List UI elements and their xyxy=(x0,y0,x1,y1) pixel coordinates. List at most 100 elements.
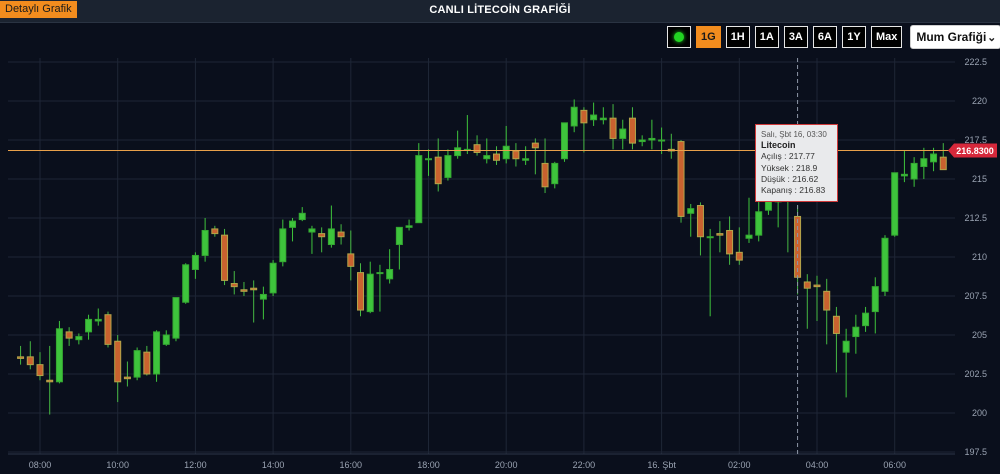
candle-down xyxy=(230,271,238,295)
candle-up xyxy=(298,207,306,222)
candle-body xyxy=(182,264,190,303)
timeframe-1g-button[interactable]: 1G xyxy=(696,26,721,48)
candle-up xyxy=(522,146,530,165)
candle-body xyxy=(900,173,908,177)
candle-up xyxy=(687,203,695,237)
tooltip-open-row: Açılış : 217.77 xyxy=(761,151,815,162)
candle-body xyxy=(502,145,510,160)
candle-down xyxy=(240,281,248,296)
candle-down xyxy=(541,138,549,194)
live-toggle-button[interactable] xyxy=(667,26,691,48)
x-tick-label: 06:00 xyxy=(883,460,906,470)
candle-up xyxy=(162,330,170,346)
candle-body xyxy=(289,220,297,228)
candle-up xyxy=(153,330,161,382)
candle-body xyxy=(648,137,656,141)
current-price-label: 216.8300 xyxy=(956,146,994,156)
candle-body xyxy=(415,155,423,224)
tooltip-open-value: 217.77 xyxy=(788,151,815,162)
candle-down xyxy=(473,135,481,156)
x-tick-label: 08:00 xyxy=(29,460,52,470)
title-bar: Detaylı Grafik CANLI LİTECOİN GRAFİĞİ xyxy=(0,0,1000,23)
tooltip-close-value: 216.83 xyxy=(799,185,826,196)
candle-body xyxy=(803,281,811,289)
timeframe-1h-button[interactable]: 1H xyxy=(725,26,750,48)
candle-up xyxy=(366,261,374,314)
candle-body xyxy=(745,234,753,239)
candle-body xyxy=(395,226,403,246)
candle-up xyxy=(133,347,141,381)
candle-body xyxy=(735,251,743,261)
candle-down xyxy=(211,225,219,237)
timeframe-max-button[interactable]: Max xyxy=(870,26,903,48)
candle-body xyxy=(191,254,199,270)
candle-body xyxy=(696,205,704,238)
candle-down xyxy=(696,202,704,256)
candle-body xyxy=(104,314,112,345)
candlestick-chart[interactable]: 222.5220217.5215212.5210207.5205202.5200… xyxy=(0,50,1000,474)
x-tick-label: 04:00 xyxy=(806,460,829,470)
candle-up xyxy=(502,125,510,164)
y-tick-label: 215 xyxy=(972,174,987,184)
candle-up xyxy=(930,147,938,172)
candle-down xyxy=(667,133,675,159)
timeframe-3a-button[interactable]: 3A xyxy=(783,26,808,48)
candle-body xyxy=(318,233,326,238)
candle-body xyxy=(628,117,636,144)
candle-down xyxy=(36,352,44,381)
candle-body xyxy=(726,229,734,255)
timeframe-6a-button[interactable]: 6A xyxy=(812,26,837,48)
candle-down xyxy=(65,327,73,346)
candle-body xyxy=(910,162,918,180)
candle-body xyxy=(114,340,122,383)
candle-body xyxy=(570,106,578,127)
candle-body xyxy=(172,297,180,339)
candle-up xyxy=(774,197,782,228)
x-tick-label: 12:00 xyxy=(184,460,207,470)
candle-up xyxy=(619,119,627,150)
candle-body xyxy=(240,289,248,292)
chart-type-select[interactable]: Mum Grafiği ⌄ xyxy=(910,25,1000,49)
candle-body xyxy=(75,336,83,341)
candle-up xyxy=(395,226,403,270)
candle-body xyxy=(473,144,481,153)
timeframe-1y-button[interactable]: 1Y xyxy=(841,26,866,48)
candle-body xyxy=(716,233,724,236)
candle-up xyxy=(405,219,413,231)
chart-type-value: Mum Grafiği xyxy=(916,30,987,44)
candle-up xyxy=(94,308,102,326)
candle-body xyxy=(133,350,141,378)
candle-up xyxy=(182,263,190,304)
candle-body xyxy=(755,211,763,236)
candle-body xyxy=(153,331,161,375)
candle-body xyxy=(891,172,899,236)
candle-body xyxy=(862,312,870,327)
candle-up xyxy=(463,115,471,155)
candle-body xyxy=(687,208,695,214)
timeframe-1a-button[interactable]: 1A xyxy=(754,26,779,48)
candle-body xyxy=(541,162,549,188)
candle-body xyxy=(444,155,452,178)
candle-body xyxy=(425,158,432,161)
candle-up xyxy=(900,150,908,183)
candle-body xyxy=(813,284,821,288)
candle-down xyxy=(221,228,229,286)
candle-body xyxy=(531,142,539,149)
candle-body xyxy=(347,253,355,267)
candle-down xyxy=(716,221,724,253)
candle-up xyxy=(852,314,860,354)
candle-up xyxy=(551,161,559,189)
candle-up xyxy=(590,102,598,126)
candle-body xyxy=(599,117,607,121)
candle-body xyxy=(551,162,559,185)
candle-up xyxy=(415,143,423,224)
candle-down xyxy=(609,104,617,150)
y-tick-label: 205 xyxy=(972,330,987,340)
candle-down xyxy=(735,227,743,265)
candle-body xyxy=(881,237,889,292)
tooltip-low-value: 216.62 xyxy=(792,173,819,184)
candle-up xyxy=(920,147,928,179)
candle-up xyxy=(638,135,646,147)
candle-body xyxy=(36,364,44,377)
candle-up xyxy=(862,306,870,332)
